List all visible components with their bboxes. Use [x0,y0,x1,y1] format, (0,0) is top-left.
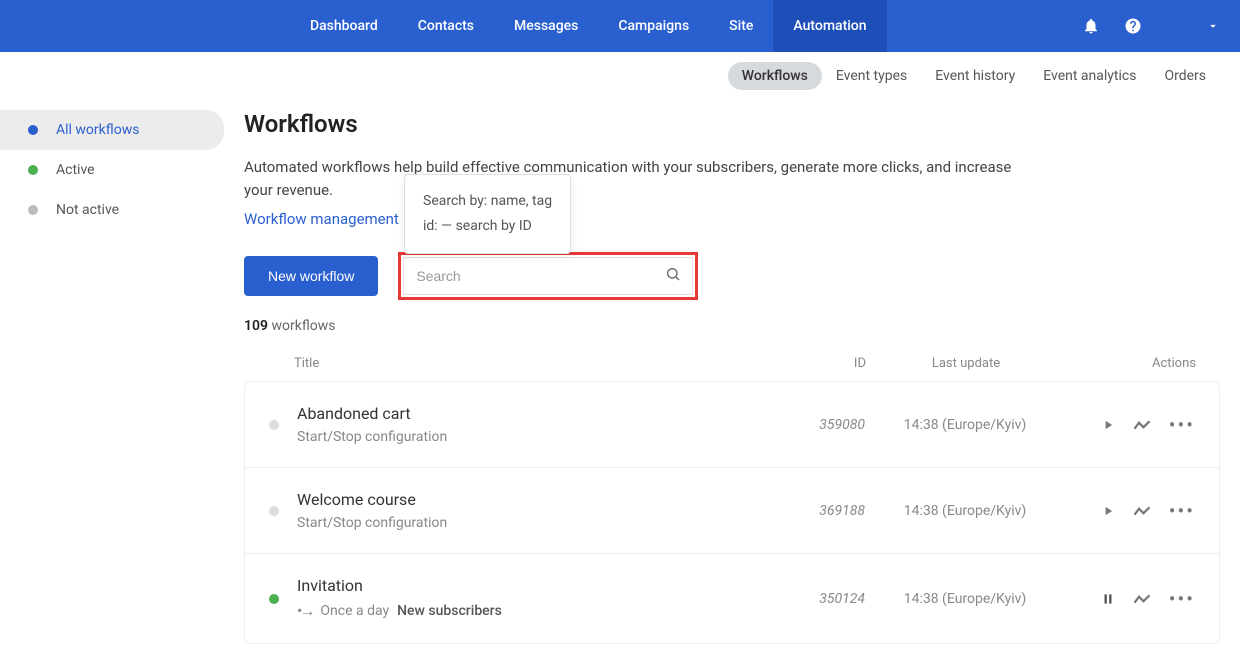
row-id: 350124 [745,591,865,607]
workflow-count: 109 workflows [244,318,1220,334]
more-icon[interactable]: ••• [1169,506,1195,516]
status-dot-icon [269,420,279,430]
sidebar-item-all[interactable]: All workflows [0,110,224,150]
subnav: Workflows Event types Event history Even… [0,52,1240,100]
row-id: 369188 [745,503,865,519]
row-main: Welcome course Start/Stop configuration [297,490,745,531]
row-title: Invitation [297,576,745,595]
search-input[interactable] [403,257,693,295]
status-dot-icon [28,205,38,215]
subnav-workflows[interactable]: Workflows [728,62,822,90]
table-header: Title ID Last update Actions [244,346,1220,381]
more-icon[interactable]: ••• [1169,594,1195,604]
new-workflow-button[interactable]: New workflow [244,256,378,296]
count-label: workflows [271,318,335,334]
topbar: Dashboard Contacts Messages Campaigns Si… [0,0,1240,52]
header-actions: Actions [1066,356,1196,371]
sidebar-item-label: Not active [56,202,119,218]
sidebar-item-label: Active [56,162,95,178]
row-subtitle: Start/Stop configuration [297,429,745,445]
row-update: 14:38 (Europe/Kyiv) [865,591,1065,607]
subnav-event-types[interactable]: Event types [822,62,921,90]
row-main: Invitation •→ Once a day New subscribers [297,576,745,621]
subnav-event-history[interactable]: Event history [921,62,1029,90]
row-subtitle: •→ Once a day New subscribers [297,601,745,621]
main: Workflows Automated workflows help build… [244,100,1240,664]
status-dot-icon [269,506,279,516]
header-title: Title [294,356,746,371]
row-main: Abandoned cart Start/Stop configuration [297,404,745,445]
page-title: Workflows [244,110,1220,138]
sidebar-item-label: All workflows [56,122,139,138]
header-id: ID [746,356,866,371]
table-body: Abandoned cart Start/Stop configuration … [244,381,1220,644]
more-icon[interactable]: ••• [1169,420,1195,430]
nav-messages[interactable]: Messages [494,0,598,52]
row-actions: ••• [1065,504,1195,518]
sidebar: All workflows Active Not active [0,100,244,664]
row-title: Abandoned cart [297,404,745,423]
row-update: 14:38 (Europe/Kyiv) [865,417,1065,433]
table-row[interactable]: Abandoned cart Start/Stop configuration … [245,382,1219,468]
help-icon[interactable] [1124,17,1142,35]
header-update: Last update [866,356,1066,371]
workflow-management-link[interactable]: Workflow management [244,210,399,228]
nav-contacts[interactable]: Contacts [398,0,494,52]
search-icon[interactable] [665,266,681,286]
search-tooltip: Search by: name, tag id: — search by ID [404,174,571,254]
row-id: 359080 [745,417,865,433]
nav-dashboard[interactable]: Dashboard [290,0,398,52]
search-highlight [398,252,698,300]
topnav: Dashboard Contacts Messages Campaigns Si… [290,0,887,52]
topbar-right [1082,17,1220,35]
nav-campaigns[interactable]: Campaigns [598,0,709,52]
sidebar-item-not-active[interactable]: Not active [0,190,244,230]
row-title: Welcome course [297,490,745,509]
play-icon[interactable] [1101,418,1115,432]
table-row[interactable]: Invitation •→ Once a day New subscribers… [245,554,1219,643]
schedule-icon: •→ [297,601,312,621]
row-schedule: Once a day [320,603,389,619]
user-menu-icon[interactable] [1206,19,1220,33]
row-actions: ••• [1065,418,1195,432]
row-segment: New subscribers [397,603,502,619]
stats-icon[interactable] [1133,418,1151,432]
notifications-icon[interactable] [1082,17,1100,35]
table-row[interactable]: Welcome course Start/Stop configuration … [245,468,1219,554]
tooltip-line: Search by: name, tag [423,189,552,214]
status-dot-icon [28,165,38,175]
page-description: Automated workflows help build effective… [244,156,1024,201]
tooltip-line: id: — search by ID [423,214,552,239]
sidebar-item-active[interactable]: Active [0,150,244,190]
status-dot-icon [269,594,279,604]
nav-automation[interactable]: Automation [773,0,886,52]
subnav-event-analytics[interactable]: Event analytics [1029,62,1150,90]
count-number: 109 [244,318,268,334]
row-update: 14:38 (Europe/Kyiv) [865,503,1065,519]
nav-site[interactable]: Site [709,0,773,52]
controls: New workflow Search by: name, tag id: — … [244,252,1220,300]
stats-icon[interactable] [1133,504,1151,518]
status-dot-icon [28,125,38,135]
subnav-orders[interactable]: Orders [1150,62,1220,90]
play-icon[interactable] [1101,504,1115,518]
row-subtitle: Start/Stop configuration [297,515,745,531]
